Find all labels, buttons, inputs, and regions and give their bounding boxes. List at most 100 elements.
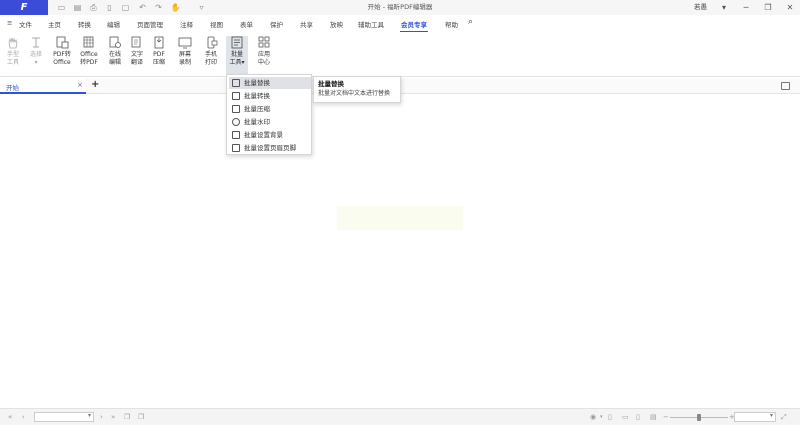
menu-item-label: 批量设置页眉页脚 bbox=[244, 144, 296, 152]
new-icon[interactable]: ▯ bbox=[104, 2, 115, 13]
user-name[interactable]: 若愚 bbox=[694, 0, 707, 15]
tab-help[interactable]: 帮助 bbox=[445, 19, 458, 29]
undo-icon[interactable]: ↶ bbox=[137, 2, 148, 13]
continuous-icon[interactable]: ▤ bbox=[650, 412, 657, 422]
menu-item-batch-replace[interactable]: 批量替换 bbox=[229, 77, 311, 89]
office-to-pdf-button[interactable]: Office 转PDF bbox=[77, 36, 101, 74]
tab-protect[interactable]: 保护 bbox=[270, 19, 283, 29]
tab-assist-tools[interactable]: 辅助工具 bbox=[358, 19, 384, 29]
tab-start[interactable]: 开始 × bbox=[0, 78, 86, 94]
screen-record-label-1: 屏幕 bbox=[178, 51, 191, 58]
first-page-icon[interactable]: « bbox=[8, 412, 12, 422]
add-tab-icon[interactable]: + bbox=[91, 79, 99, 90]
screen-record-label-2: 录制 bbox=[178, 58, 191, 66]
app-logo[interactable]: F bbox=[0, 0, 48, 15]
panel-toggle-icon[interactable] bbox=[781, 82, 790, 90]
status-bar: « ‹ ▾ › » ❐ ❐ ◉ ▾ ▯ ▭ ▯ ▤ − + ▾ ⤢ bbox=[0, 408, 800, 425]
batch-compress-icon bbox=[232, 105, 240, 113]
fit-page-icon[interactable]: ▭ bbox=[622, 412, 629, 422]
search-icon[interactable]: ⌕ bbox=[468, 17, 473, 27]
zoom-out-icon[interactable]: − bbox=[663, 412, 669, 422]
menu-file[interactable]: 文件 bbox=[19, 19, 32, 29]
new-doc-icon[interactable]: ▢ bbox=[120, 2, 131, 13]
screen-record-icon bbox=[178, 37, 192, 49]
hand-tool-label-1: 手型 bbox=[6, 51, 19, 58]
redo-icon[interactable]: ↷ bbox=[153, 2, 164, 13]
pdf-compress-button[interactable]: PDF 压缩 bbox=[149, 36, 169, 74]
save-icon[interactable]: ▤ bbox=[72, 2, 83, 13]
menu-item-batch-background[interactable]: 批量设置背景 bbox=[229, 129, 311, 141]
open-icon[interactable]: ▭ bbox=[56, 2, 67, 13]
print-icon[interactable]: ⎙ bbox=[88, 2, 99, 13]
user-dropdown-icon[interactable]: ▾ bbox=[716, 0, 732, 15]
hand-icon[interactable]: ✋ bbox=[170, 2, 181, 13]
tab-close-icon[interactable]: × bbox=[77, 81, 83, 89]
prev-page-icon[interactable]: ‹ bbox=[22, 412, 25, 422]
translate-icon bbox=[131, 36, 141, 48]
tab-page-management[interactable]: 页面管理 bbox=[137, 19, 163, 29]
batch-tools-label-2: 工具▾ bbox=[229, 58, 245, 66]
next-page-icon[interactable]: › bbox=[100, 412, 103, 422]
zoom-level-input[interactable]: ▾ bbox=[734, 412, 776, 422]
menu-item-batch-convert[interactable]: 批量转换 bbox=[229, 90, 311, 102]
phone-print-label-1: 手机 bbox=[204, 51, 217, 58]
menu-item-batch-compress[interactable]: 批量压缩 bbox=[229, 103, 311, 115]
tooltip-title: 批量替换 bbox=[318, 80, 344, 88]
select-icon bbox=[32, 37, 40, 48]
single-page-icon[interactable]: ▯ bbox=[608, 412, 612, 422]
screen-record-button[interactable]: 屏幕 录制 bbox=[174, 36, 196, 74]
phone-print-icon bbox=[207, 36, 218, 49]
hand-tool-button[interactable]: 手型 工具 bbox=[3, 36, 23, 74]
batch-tools-menu: 批量替换 批量转换 批量压缩 批量水印 批量设置背景 批量设置页眉页脚 bbox=[226, 74, 312, 155]
pdf-to-office-label-2: Office bbox=[53, 58, 71, 66]
tab-comment[interactable]: 注释 bbox=[180, 19, 193, 29]
translate-button[interactable]: 文字 翻译 bbox=[127, 36, 147, 74]
zoom-slider-knob[interactable] bbox=[697, 414, 701, 421]
restore-icon[interactable]: ❐ bbox=[760, 0, 776, 15]
pdf-to-office-icon bbox=[56, 36, 69, 49]
dropdown-icon[interactable]: ▿ bbox=[196, 2, 207, 13]
zoom-dropdown-icon[interactable]: ▾ bbox=[770, 412, 773, 419]
tab-edit[interactable]: 编辑 bbox=[107, 19, 120, 29]
paste-page-icon[interactable]: ❐ bbox=[138, 412, 144, 422]
office-to-pdf-label-2: 转PDF bbox=[80, 58, 98, 66]
tab-form[interactable]: 表单 bbox=[240, 19, 253, 29]
tab-convert[interactable]: 转换 bbox=[78, 19, 91, 29]
window-title: 开始 - 福昕PDF编辑器 bbox=[367, 3, 433, 11]
pdf-to-office-button[interactable]: PDF转 Office bbox=[50, 36, 74, 74]
select-tool-button[interactable]: 选择 ▾ bbox=[26, 36, 46, 74]
fullscreen-icon[interactable]: ⤢ bbox=[781, 412, 787, 422]
copy-page-icon[interactable]: ❐ bbox=[124, 412, 130, 422]
tab-slideshow[interactable]: 放映 bbox=[330, 19, 343, 29]
file-menu-icon[interactable]: ≡ bbox=[7, 19, 12, 27]
tab-home[interactable]: 主页 bbox=[48, 19, 61, 29]
tab-view[interactable]: 视图 bbox=[210, 19, 223, 29]
minimize-icon[interactable]: ─ bbox=[738, 0, 754, 15]
batch-background-icon bbox=[232, 131, 240, 139]
menu-bar: ≡ 文件 主页 转换 编辑 页面管理 注释 视图 表单 保护 共享 放映 辅助工… bbox=[0, 15, 800, 33]
menu-item-label: 批量压缩 bbox=[244, 105, 270, 113]
close-icon[interactable]: ✕ bbox=[782, 0, 798, 15]
app-center-button[interactable]: 应用 中心 bbox=[254, 36, 274, 74]
menu-item-label: 批量水印 bbox=[244, 118, 270, 126]
page-number-input[interactable]: ▾ bbox=[34, 412, 94, 422]
eye-icon[interactable]: ◉ bbox=[590, 412, 596, 422]
page-dropdown-icon[interactable]: ▾ bbox=[88, 412, 91, 419]
last-page-icon[interactable]: » bbox=[111, 412, 115, 422]
batch-tools-label-1: 批量 bbox=[230, 51, 243, 58]
tab-member[interactable]: 会员专享 bbox=[400, 19, 428, 33]
tab-share[interactable]: 共享 bbox=[300, 19, 313, 29]
view-dropdown-icon[interactable]: ▾ bbox=[600, 412, 603, 422]
canvas-placeholder bbox=[337, 206, 463, 230]
phone-print-button[interactable]: 手机 打印 bbox=[201, 36, 221, 74]
batch-tools-button[interactable]: 批量 工具▾ bbox=[226, 36, 248, 74]
office-to-pdf-label-1: Office bbox=[80, 51, 98, 58]
menu-item-batch-watermark[interactable]: 批量水印 bbox=[229, 116, 311, 128]
pdf-to-office-label-1: PDF转 bbox=[53, 51, 71, 58]
menu-item-batch-header-footer[interactable]: 批量设置页眉页脚 bbox=[229, 142, 311, 154]
online-edit-button[interactable]: 在线 编辑 bbox=[105, 36, 125, 74]
two-page-icon[interactable]: ▯ bbox=[636, 412, 640, 422]
select-tool-label-1: 选择 bbox=[29, 51, 42, 58]
translate-label-2: 翻译 bbox=[130, 58, 143, 66]
select-tool-label-2: ▾ bbox=[34, 58, 38, 66]
